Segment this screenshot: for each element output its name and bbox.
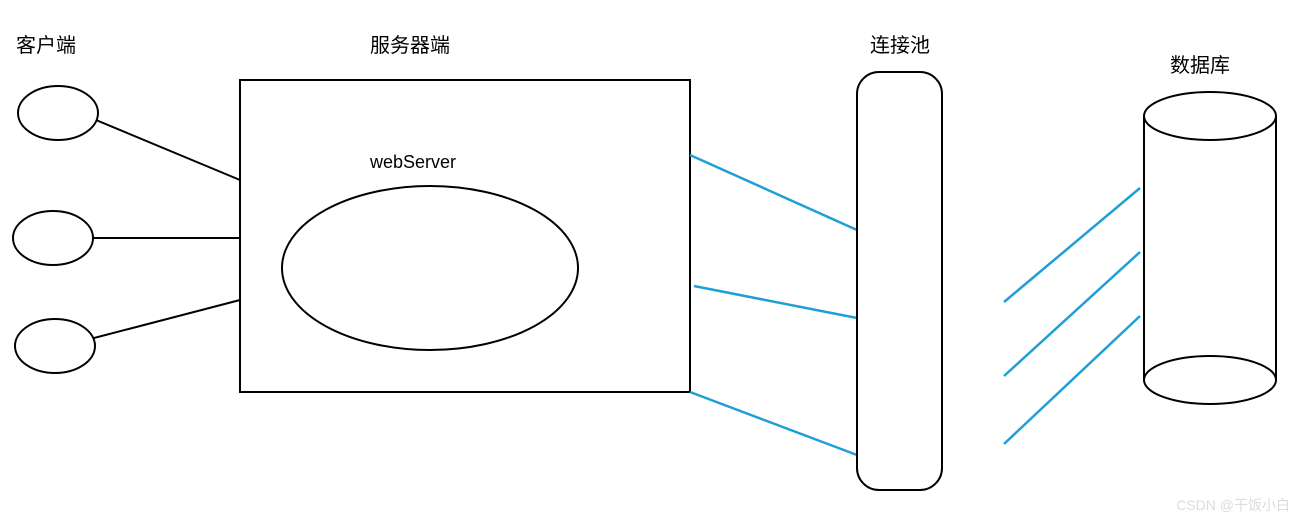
client-server-line-1 [96,120,240,180]
server-pool-line-1 [690,155,857,230]
client-server-line-3 [94,300,240,338]
database-label: 数据库 [1170,54,1230,77]
server-pool-line-3 [690,392,857,455]
pool-label: 连接池 [870,34,930,57]
client-node-2 [13,211,93,265]
server-box [240,80,690,392]
webserver-ellipse [282,186,578,350]
server-pool-line-2 [694,286,857,318]
pool-db-line-1 [1004,188,1140,302]
connection-pool [857,72,942,490]
database-cylinder [1144,92,1276,404]
server-label: 服务器端 [370,34,450,57]
client-label: 客户端 [16,34,76,57]
client-node-1 [18,86,98,140]
client-node-3 [15,319,95,373]
pool-db-line-2 [1004,252,1140,376]
architecture-diagram: 客户端 服务器端 webServer 连接池 数据库 CSDN @干饭小白 [0,0,1300,521]
webserver-label: webServer [369,152,456,172]
pool-db-line-3 [1004,316,1140,444]
watermark: CSDN @干饭小白 [1176,497,1290,513]
